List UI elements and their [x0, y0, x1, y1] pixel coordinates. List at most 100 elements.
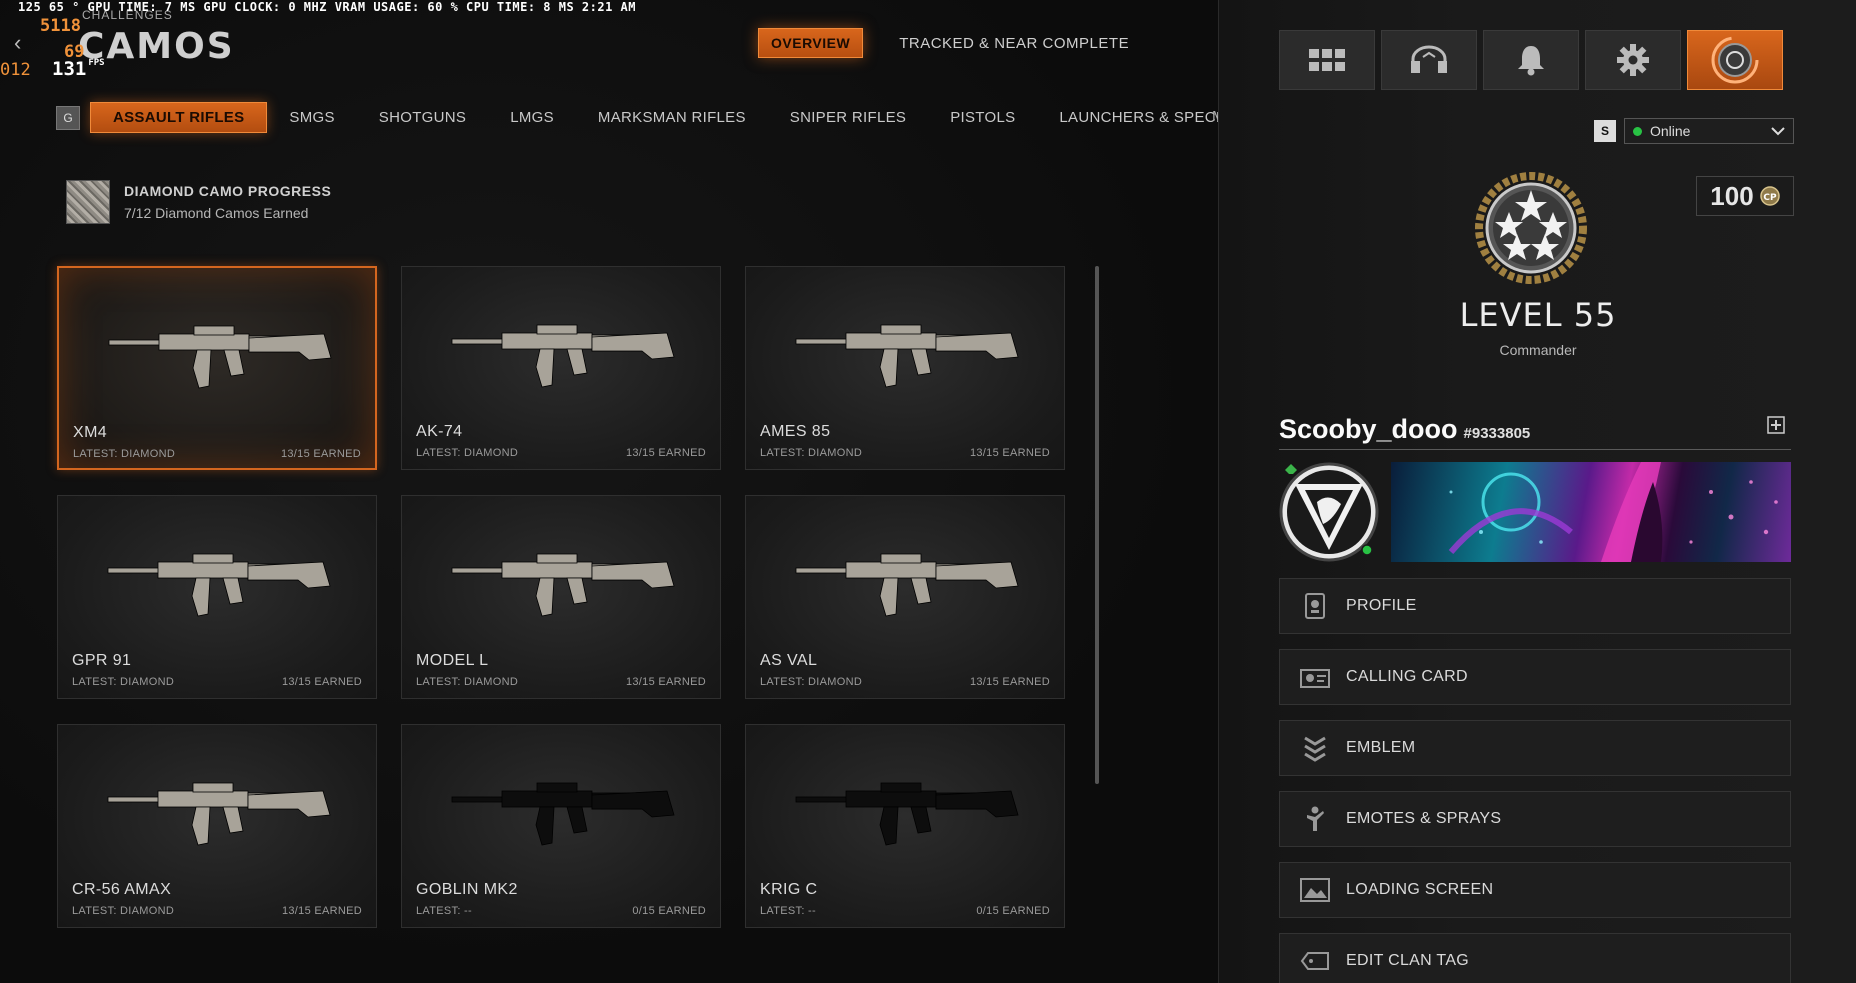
- tab-smgs[interactable]: SMGS: [267, 103, 356, 132]
- rank-emblem-icon: [1475, 172, 1587, 284]
- status-dropdown[interactable]: Online: [1624, 118, 1794, 144]
- weapon-card-as-val[interactable]: AS VAL LATEST: DIAMOND 13/15 EARNED: [745, 495, 1065, 699]
- tab-assault-rifles[interactable]: ASSAULT RIFLES: [90, 102, 268, 133]
- weapon-name: GOBLIN MK2: [416, 881, 518, 898]
- weapon-latest-camo: LATEST: DIAMOND: [416, 676, 519, 688]
- top-tabs: OVERVIEW TRACKED & NEAR COMPLETE: [758, 28, 1141, 58]
- player-identity: Scooby_dooo #9333805: [1279, 414, 1791, 450]
- weapon-image: [108, 325, 332, 389]
- weapon-image: [795, 324, 1019, 388]
- player-level: LEVEL 55: [1459, 296, 1617, 334]
- notifications-button[interactable]: [1483, 30, 1579, 90]
- progress-subtitle: 7/12 Diamond Camos Earned: [124, 205, 309, 221]
- weapon-latest-camo: LATEST: DIAMOND: [72, 676, 175, 688]
- weapon-card-ames-85[interactable]: AMES 85 LATEST: DIAMOND 13/15 EARNED: [745, 266, 1065, 470]
- weapon-card-krig-c[interactable]: KRIG C LATEST: -- 0/15 EARNED: [745, 724, 1065, 928]
- menu-label: EMBLEM: [1346, 739, 1416, 756]
- weapon-card-goblin-mk2[interactable]: GOBLIN MK2 LATEST: -- 0/15 EARNED: [401, 724, 721, 928]
- weapon-latest-camo: LATEST: DIAMOND: [72, 905, 175, 917]
- calling-card-icon: [1300, 662, 1330, 692]
- menu-emblem[interactable]: EMBLEM: [1279, 720, 1791, 776]
- weapon-name: KRIG C: [760, 881, 818, 898]
- menu-calling-card[interactable]: CALLING CARD: [1279, 649, 1791, 705]
- headset-icon: [1411, 45, 1447, 73]
- gear-icon: [1617, 44, 1649, 76]
- cod-points-value: 100: [1710, 180, 1754, 211]
- weapon-name: AMES 85: [760, 423, 831, 440]
- tab-overview[interactable]: OVERVIEW: [758, 28, 864, 58]
- grid-scrollbar[interactable]: [1095, 266, 1099, 784]
- weapon-card-cr-56-amax[interactable]: CR-56 AMAX LATEST: DIAMOND 13/15 EARNED: [57, 724, 377, 928]
- weapon-image: [451, 782, 675, 846]
- tab-pistols[interactable]: PISTOLS: [928, 103, 1037, 132]
- player-emblem[interactable]: [1279, 462, 1379, 562]
- emblem-icon: [1300, 733, 1330, 763]
- grid-menu-button[interactable]: [1279, 30, 1375, 90]
- loading-screen-icon: [1300, 875, 1330, 905]
- menu-label: EMOTES & SPRAYS: [1346, 810, 1502, 827]
- add-friend-icon[interactable]: [1767, 416, 1785, 434]
- tab-lmgs[interactable]: LMGS: [488, 103, 576, 132]
- weapon-latest-camo: LATEST: DIAMOND: [760, 447, 863, 459]
- weapon-earned-count: 0/15 EARNED: [632, 905, 706, 917]
- headset-button[interactable]: [1381, 30, 1477, 90]
- calling-card[interactable]: [1391, 462, 1791, 562]
- grid-menu-icon: [1309, 49, 1345, 71]
- profile-card-icon: [1300, 591, 1330, 621]
- weapon-grid: XM4 LATEST: DIAMOND 13/15 EARNED AK-74 L…: [57, 266, 1065, 928]
- weapon-earned-count: 0/15 EARNED: [976, 905, 1050, 917]
- calling-card-art: [1448, 462, 1778, 562]
- tab-marksman-rifles[interactable]: MARKSMAN RIFLES: [576, 103, 768, 132]
- weapon-card-xm4[interactable]: XM4 LATEST: DIAMOND 13/15 EARNED: [57, 266, 377, 470]
- weapon-image: [795, 553, 1019, 617]
- status-row: S Online: [1594, 118, 1794, 144]
- weapon-latest-camo: LATEST: DIAMOND: [760, 676, 863, 688]
- weapon-name: AS VAL: [760, 652, 818, 669]
- weapon-image: [451, 324, 675, 388]
- menu-emotes-sprays[interactable]: EMOTES & SPRAYS: [1279, 791, 1791, 847]
- progress-title: DIAMOND CAMO PROGRESS: [124, 183, 332, 199]
- status-label: Online: [1650, 123, 1691, 139]
- tab-tracked[interactable]: TRACKED & NEAR COMPLETE: [887, 29, 1141, 58]
- status-key[interactable]: S: [1594, 120, 1616, 142]
- profile-button[interactable]: [1687, 30, 1783, 90]
- menu-profile[interactable]: PROFILE: [1279, 578, 1791, 634]
- menu-loading-screen[interactable]: LOADING SCREEN: [1279, 862, 1791, 918]
- bell-icon: [1518, 46, 1544, 76]
- svg-text:CP: CP: [1763, 193, 1777, 203]
- profile-ring-icon: [1711, 36, 1759, 84]
- back-chevron-icon[interactable]: ‹: [14, 30, 21, 56]
- cod-points[interactable]: 100 CP: [1696, 176, 1794, 216]
- cod-points-icon: CP: [1759, 186, 1780, 206]
- weapon-latest-camo: LATEST: DIAMOND: [73, 448, 176, 460]
- weapon-name: AK-74: [416, 423, 463, 440]
- menu-label: PROFILE: [1346, 597, 1417, 614]
- breadcrumb: CHALLENGES: [82, 8, 173, 22]
- chevron-down-icon: [1771, 123, 1785, 139]
- tab-shotguns[interactable]: SHOTGUNS: [357, 103, 488, 132]
- weapon-latest-camo: LATEST: --: [416, 905, 472, 917]
- weapon-card-ak-74[interactable]: AK-74 LATEST: DIAMOND 13/15 EARNED: [401, 266, 721, 470]
- online-dot-icon: [1633, 126, 1642, 136]
- weapon-latest-camo: LATEST: DIAMOND: [416, 447, 519, 459]
- emote-icon: [1300, 804, 1330, 834]
- prev-category-key[interactable]: G: [56, 105, 80, 130]
- weapon-card-gpr-91[interactable]: GPR 91 LATEST: DIAMOND 13/15 EARNED: [57, 495, 377, 699]
- settings-button[interactable]: [1585, 30, 1681, 90]
- player-menu: PROFILE CALLING CARD EMBLEM EMOTES & SPR…: [1279, 578, 1791, 983]
- weapon-earned-count: 13/15 EARNED: [625, 676, 706, 688]
- menu-label: EDIT CLAN TAG: [1346, 952, 1470, 969]
- weapon-card-model-l[interactable]: MODEL L LATEST: DIAMOND 13/15 EARNED: [401, 495, 721, 699]
- weapon-latest-camo: LATEST: --: [760, 905, 816, 917]
- menu-edit-clan-tag[interactable]: EDIT CLAN TAG: [1279, 933, 1791, 983]
- clan-tag-icon: [1300, 946, 1330, 976]
- panel-icon-row: [1279, 30, 1783, 90]
- menu-label: CALLING CARD: [1346, 668, 1468, 685]
- weapon-name: GPR 91: [72, 652, 132, 669]
- diamond-progress: DIAMOND CAMO PROGRESS 7/12 Diamond Camos…: [66, 180, 331, 224]
- tab-sniper-rifles[interactable]: SNIPER RIFLES: [768, 103, 928, 132]
- weapon-image: [107, 553, 331, 617]
- player-panel: S Online 100 CP LEVEL 55 Commander Scoob…: [1218, 0, 1856, 983]
- gamertag: Scooby_dooo: [1279, 414, 1458, 444]
- weapon-name: XM4: [73, 424, 108, 441]
